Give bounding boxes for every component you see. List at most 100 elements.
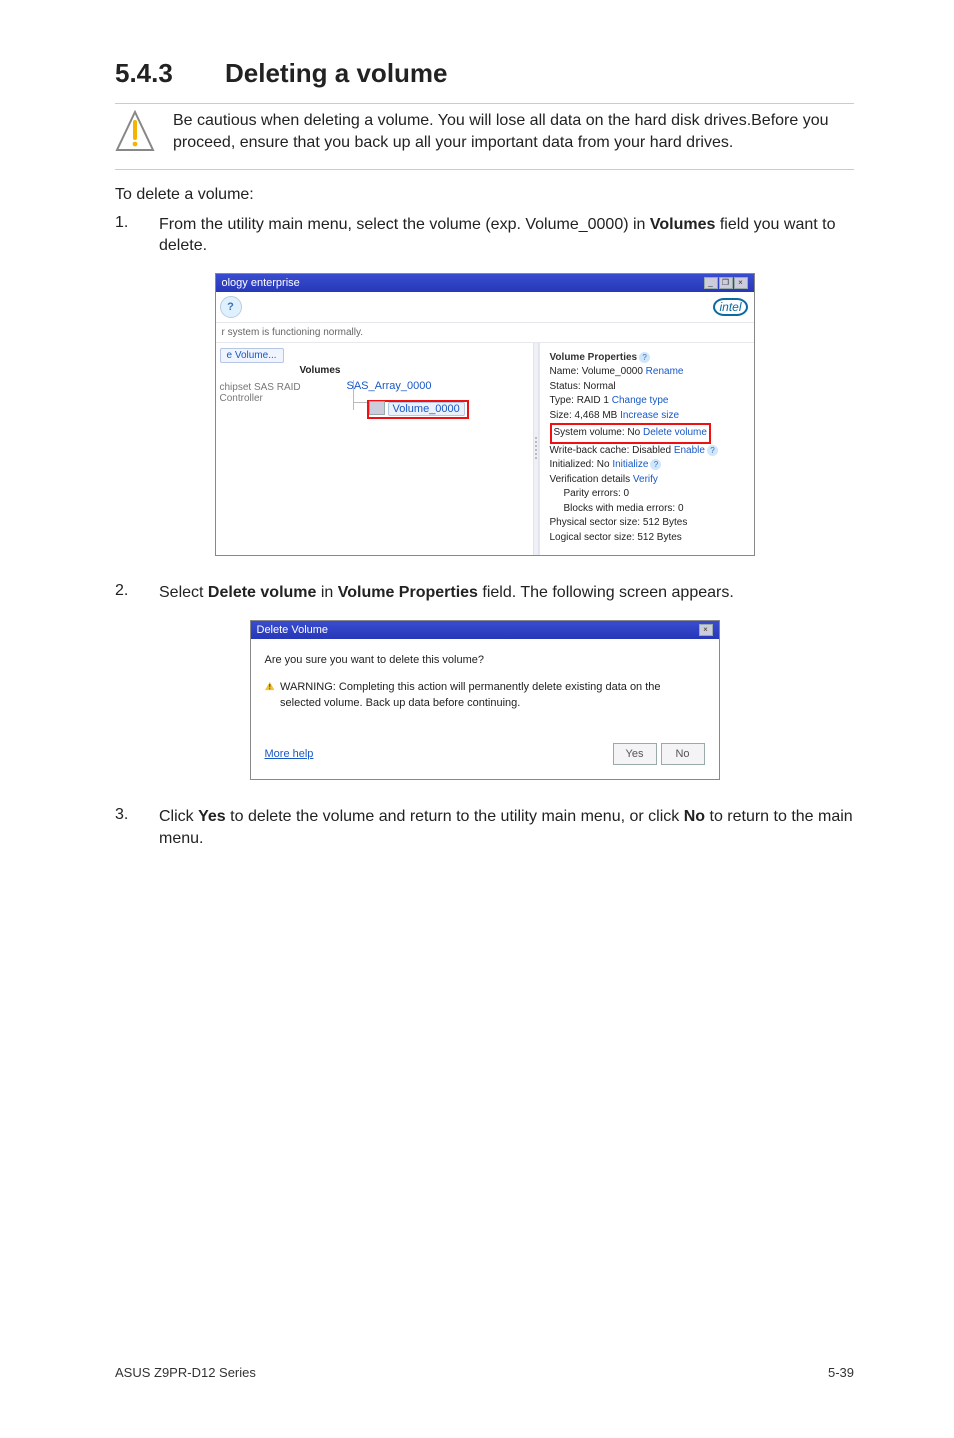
prop-blocks: Blocks with media errors: 0 — [550, 502, 746, 517]
text: in — [316, 584, 337, 601]
footer-left: ASUS Z9PR-D12 Series — [115, 1365, 256, 1380]
section-number: 5.4.3 — [115, 58, 225, 89]
prop-status: Status: Normal — [550, 380, 746, 395]
step-3: 3. Click Yes to delete the volume and re… — [115, 806, 854, 849]
prop-physical-sector: Physical sector size: 512 Bytes — [550, 516, 746, 531]
prop-size: Size: 4,468 MB Increase size — [550, 409, 746, 424]
volume-link: Volume_0000 — [393, 403, 460, 415]
help-icon[interactable]: ? — [220, 296, 242, 318]
array-node[interactable]: SAS_Array_0000 — [347, 380, 469, 392]
grip-icon — [535, 437, 537, 461]
help-icon[interactable]: ? — [707, 445, 718, 456]
prop-verification: Verification details Verify — [550, 473, 746, 488]
maximize-button[interactable]: ❐ — [719, 277, 733, 289]
no-button[interactable]: No — [661, 743, 705, 765]
prop-system-volume: System volume: No Delete volume — [550, 423, 746, 444]
caution-note: Be cautious when deleting a volume. You … — [115, 103, 854, 170]
array-column: SAS_Array_0000 Volume_0000 — [347, 380, 469, 419]
dialog-footer: More help YesNo — [251, 743, 719, 779]
caution-icon — [115, 110, 155, 159]
left-pane: e Volume... Volumes chipset SAS RAID Con… — [216, 343, 533, 556]
verify-link[interactable]: Verify — [633, 474, 658, 485]
prop-write-back: Write-back cache: Disabled Enable? — [550, 444, 746, 459]
step-body: Click Yes to delete the volume and retur… — [159, 806, 854, 849]
prop-parity: Parity errors: 0 — [550, 487, 746, 502]
yes-button[interactable]: Yes — [613, 743, 657, 765]
text: Write-back cache: Disabled — [550, 445, 674, 456]
bold-text: Delete volume — [208, 584, 316, 601]
volumes-tree: chipset SAS RAID Controller SAS_Array_00… — [220, 380, 529, 419]
bold-text: Volume Properties — [338, 584, 478, 601]
intel-logo: intel — [713, 298, 747, 316]
close-button[interactable]: × — [734, 277, 748, 289]
increase-size-link[interactable]: Increase size — [620, 410, 679, 421]
step-number: 1. — [115, 214, 137, 232]
create-volume-link[interactable]: e Volume... — [220, 348, 284, 363]
volumes-label: Volumes — [300, 365, 529, 376]
bold-text: Volumes — [650, 216, 716, 233]
tree-line-h — [353, 402, 367, 403]
prop-initialized: Initialized: No Initialize? — [550, 458, 746, 473]
prop-logical-sector: Logical sector size: 512 Bytes — [550, 531, 746, 546]
section-heading: 5.4.3Deleting a volume — [115, 58, 854, 89]
dialog-title: Delete Volume — [257, 624, 329, 636]
text: Verification details — [550, 474, 633, 485]
close-button[interactable]: × — [699, 624, 713, 636]
highlight-box: System volume: No Delete volume — [550, 423, 711, 444]
text: System volume: No — [554, 427, 643, 438]
step-number: 2. — [115, 582, 137, 600]
dialog-titlebar: Delete Volume × — [251, 621, 719, 639]
text: Name: Volume_0000 — [550, 366, 646, 377]
delete-volume-link[interactable]: Delete volume — [643, 427, 707, 438]
text: Click — [159, 808, 198, 825]
screenshot-utility-window: ology enterprise _❐× ? intel r system is… — [115, 273, 854, 557]
step-1: 1. From the utility main menu, select th… — [115, 214, 854, 257]
dialog-question: Are you sure you want to delete this vol… — [265, 653, 705, 668]
prop-name: Name: Volume_0000 Rename — [550, 365, 746, 380]
dialog-warning-row: WARNING: Completing this action will per… — [265, 680, 705, 711]
text: field. The following screen appears. — [478, 584, 734, 601]
volume-node[interactable]: Volume_0000 — [367, 400, 469, 419]
text: Select — [159, 584, 208, 601]
text: to delete the volume and return to the u… — [226, 808, 684, 825]
array-link: SAS_Array_0000 — [347, 380, 432, 392]
rename-link[interactable]: Rename — [646, 366, 684, 377]
text: Type: RAID 1 — [550, 395, 612, 406]
toolbar: ? intel — [216, 292, 754, 323]
enable-link[interactable]: Enable — [674, 445, 705, 456]
properties-header: Volume Properties — [550, 352, 638, 363]
window-titlebar: ology enterprise _❐× — [216, 274, 754, 292]
delete-volume-dialog: Delete Volume × Are you sure you want to… — [250, 620, 720, 780]
step-2: 2. Select Delete volume in Volume Proper… — [115, 582, 854, 604]
bold-text: Yes — [198, 808, 226, 825]
intro-text: To delete a volume: — [115, 184, 854, 206]
step-body: Select Delete volume in Volume Propertie… — [159, 582, 734, 604]
step-body: From the utility main menu, select the v… — [159, 214, 854, 257]
window-buttons: _❐× — [703, 276, 748, 289]
intel-logo-text: intel — [713, 298, 747, 316]
text: From the utility main menu, select the v… — [159, 216, 650, 233]
volume-icon — [371, 403, 385, 415]
volume-chip: Volume_0000 — [388, 402, 465, 416]
properties-pane: Volume Properties? Name: Volume_0000 Ren… — [539, 343, 754, 556]
status-text: r system is functioning normally. — [216, 323, 754, 342]
text: Size: 4,468 MB — [550, 410, 621, 421]
help-icon[interactable]: ? — [639, 352, 650, 363]
text: Initialized: No — [550, 459, 613, 470]
minimize-button[interactable]: _ — [704, 277, 718, 289]
warning-icon — [265, 680, 275, 692]
page-footer: ASUS Z9PR-D12 Series 5-39 — [115, 1365, 854, 1380]
initialize-link[interactable]: Initialize — [612, 459, 648, 470]
more-help-link[interactable]: More help — [265, 748, 314, 760]
step-number: 3. — [115, 806, 137, 824]
highlight-box: Volume_0000 — [367, 400, 469, 419]
help-icon[interactable]: ? — [650, 459, 661, 470]
window-title: ology enterprise — [222, 277, 300, 289]
change-type-link[interactable]: Change type — [612, 395, 669, 406]
section-title: Deleting a volume — [225, 58, 448, 88]
dialog-warning-text: WARNING: Completing this action will per… — [280, 680, 704, 711]
utility-window: ology enterprise _❐× ? intel r system is… — [215, 273, 755, 557]
dialog-body: Are you sure you want to delete this vol… — [251, 639, 719, 743]
link-text: e Volume... — [227, 350, 277, 361]
button-row: YesNo — [613, 743, 705, 765]
